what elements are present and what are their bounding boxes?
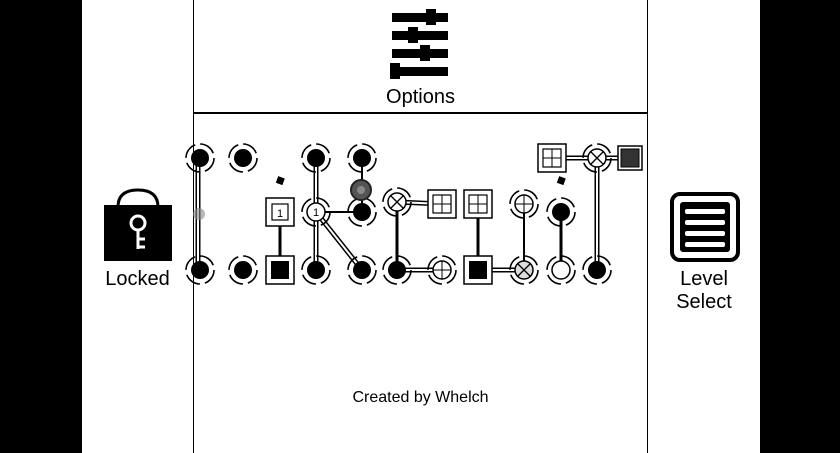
node-cursor-orb[interactable] [350,179,372,201]
node-number: 1 [277,208,283,220]
node-bottom-5[interactable] [347,255,377,285]
game-board[interactable]: 1 1 [185,114,647,314]
node-top-grid-square[interactable] [537,143,567,173]
node-edge-glow [193,208,205,220]
options-button[interactable]: Options [194,0,647,113]
options-label: Options [386,86,455,108]
diamond-marker [556,176,566,186]
node-mid-grid-square-2[interactable] [463,189,493,219]
padlock-key-icon [104,188,172,261]
locked-button[interactable]: Locked [82,0,194,453]
node-bottom-2[interactable] [228,255,258,285]
node-top-2[interactable] [228,143,258,173]
node-bottom-square-2[interactable] [463,255,493,285]
list-icon [670,192,740,262]
node-number-square[interactable]: 1 [265,197,295,227]
locked-label: Locked [105,268,170,290]
node-number: 1 [313,207,319,219]
level-select-label: Level Select [676,268,732,313]
node-mid-grid-square-1[interactable] [427,189,457,219]
level-select-button[interactable]: Level Select [647,0,760,453]
diamond-marker [275,176,285,186]
node-top-active-square[interactable] [617,145,643,171]
node-bottom-square[interactable] [265,255,295,285]
credit-text: Created by Whelch [352,389,489,406]
sliders-icon [390,9,448,79]
